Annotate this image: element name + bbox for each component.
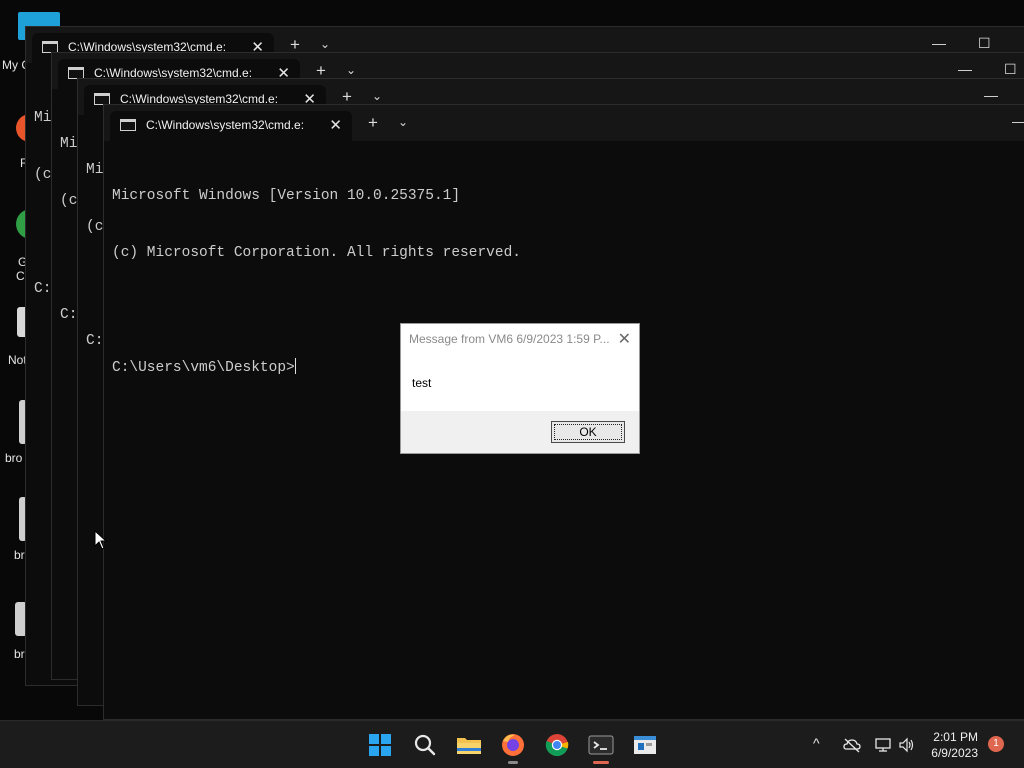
clock[interactable]: 2:01 PM 6/9/2023: [931, 729, 978, 761]
clock-time: 2:01 PM: [933, 730, 978, 744]
dialog-body: test: [401, 354, 639, 411]
chrome-icon: [545, 734, 569, 757]
clock-date: 6/9/2023: [931, 746, 978, 760]
desktop-icon-label: br: [14, 548, 25, 562]
mouse-pointer-icon: [94, 530, 108, 550]
windows-logo-icon: [369, 734, 391, 756]
file-explorer-button[interactable]: [453, 729, 485, 761]
remote-app-button[interactable]: [629, 729, 661, 761]
chevron-down-icon[interactable]: ⌄: [398, 115, 408, 129]
terminal-button[interactable]: [585, 729, 617, 764]
taskbar: ^ 2:01 PM 6/9/2023: [0, 720, 1024, 768]
network-icon[interactable]: [874, 737, 892, 753]
close-icon[interactable]: ✕: [329, 116, 342, 134]
tab-title: C:\Windows\system32\cmd.e:: [146, 118, 305, 132]
folder-icon: [457, 738, 481, 754]
message-dialog[interactable]: Message from VM6 6/9/2023 1:59 P... ✕ te…: [400, 323, 640, 454]
notification-badge[interactable]: 1: [988, 736, 1004, 752]
text-cursor: [294, 358, 296, 374]
close-icon[interactable]: ✕: [618, 329, 631, 349]
minimize-button[interactable]: —: [1012, 113, 1024, 129]
firefox-icon: [502, 734, 524, 756]
search-icon: [414, 734, 436, 756]
terminal-icon: [588, 735, 614, 755]
maximize-button[interactable]: ☐: [978, 35, 991, 52]
volume-icon[interactable]: [898, 737, 916, 753]
active-indicator: [593, 761, 609, 764]
firefox-button[interactable]: [497, 729, 529, 764]
minimize-button[interactable]: —: [932, 35, 946, 51]
chevron-down-icon[interactable]: ⌄: [372, 89, 382, 103]
chevron-down-icon[interactable]: ⌄: [346, 63, 356, 77]
desktop-icon-label: bro: [5, 451, 23, 465]
title-bar[interactable]: C:\Windows\system32\cmd.e: ✕ + ⌄ —: [104, 105, 1024, 141]
running-indicator: [508, 761, 518, 764]
tab-cmd[interactable]: C:\Windows\system32\cmd.e: ✕: [110, 111, 352, 141]
cmd-icon: [120, 119, 136, 131]
ok-button[interactable]: OK: [551, 421, 625, 443]
command-prompt: C:\Users\vm6\Desktop>: [112, 360, 295, 376]
dialog-message: test: [412, 376, 432, 390]
minimize-button[interactable]: —: [984, 87, 998, 103]
desktop-icon-label: C: [16, 269, 25, 283]
window-icon: [634, 736, 656, 754]
dialog-title-bar[interactable]: Message from VM6 6/9/2023 1:59 P... ✕: [401, 324, 639, 354]
show-hidden-icons-button[interactable]: ^: [813, 735, 820, 751]
chevron-down-icon[interactable]: ⌄: [320, 37, 330, 51]
onedrive-offline-icon[interactable]: [843, 737, 861, 753]
desktop-icon-label: Not: [8, 353, 27, 367]
terminal-line: Microsoft Windows [Version 10.0.25375.1]: [112, 188, 461, 204]
search-button[interactable]: [409, 729, 441, 761]
maximize-button[interactable]: ☐: [1004, 61, 1017, 78]
new-tab-button[interactable]: +: [368, 113, 378, 133]
terminal-line: (c) Microsoft Corporation. All rights re…: [112, 245, 521, 261]
start-button[interactable]: [364, 729, 396, 761]
chrome-button[interactable]: [541, 729, 573, 761]
minimize-button[interactable]: —: [958, 61, 972, 77]
dialog-title: Message from VM6 6/9/2023 1:59 P...: [409, 332, 610, 346]
